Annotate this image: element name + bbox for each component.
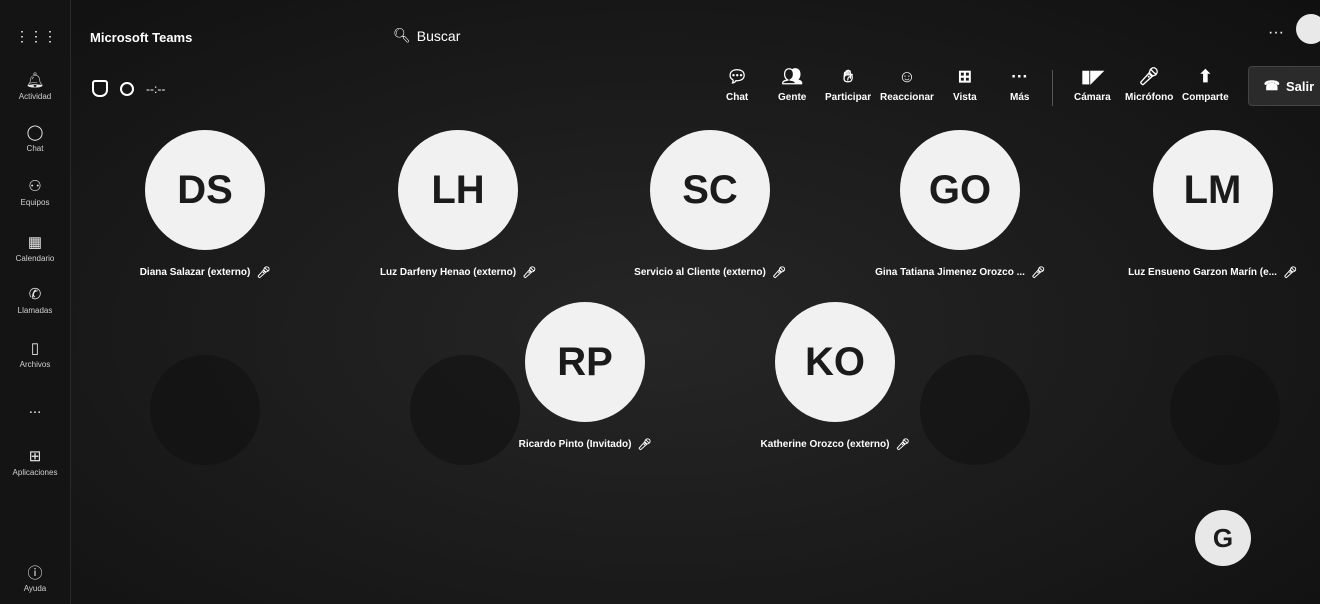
participant-tile[interactable]: LM Luz Ensueno Garzon Marín (e... 🎤︎ [1105,130,1320,279]
more-icon: ... [28,399,42,417]
raise-hand-button[interactable]: ✋︎ Participar [825,66,871,103]
participant-tile[interactable]: LH Luz Darfeny Henao (externo) 🎤︎ [358,130,558,279]
app-title: Microsoft Teams [90,30,193,45]
participant-name: Ricardo Pinto (Invitado) 🎤︎ [518,439,652,451]
mic-muted-icon: 🎤︎ [895,439,910,451]
view-button[interactable]: ⊞ Vista [953,66,977,103]
ellipsis-icon: ··· [1011,67,1029,86]
video-ghost [920,355,1030,465]
participant-name: Luz Darfeny Henao (externo) 🎤︎ [379,267,537,279]
rail-item-calendar[interactable]: ▦ Calendario [0,232,70,263]
search-label: Buscar [416,27,461,44]
calendar-icon: ▦ [27,234,43,251]
rail-item-help[interactable]: ⓘ Ayuda [0,562,70,594]
participant-avatar: LM [1152,130,1273,250]
toolbar-divider [1052,70,1053,106]
hand-icon: ✋︎ [843,67,853,86]
bell-icon: 🔔︎ [25,72,45,89]
app-rail: ⋮⋮⋮ 🔔︎ Actividad ◯ Chat ⚇ Equipos ▦ Cale… [0,0,71,604]
mic-muted-icon: 🎤︎ [637,439,652,451]
app-launcher-icon[interactable]: ⋮⋮⋮ [15,26,57,46]
participant-avatar: GO [900,130,1020,250]
mic-off-icon: 🎤︎ [1138,67,1160,86]
participant-avatar: LH [398,130,518,250]
video-ghost [1170,355,1280,465]
participant-avatar: KO [775,302,895,422]
participant-avatar: DS [145,130,265,250]
participant-name: Luz Ensueno Garzon Marín (e... 🎤︎ [1128,267,1297,279]
apps-icon: ⊞ [28,448,42,465]
share-button[interactable]: ⬆ Comparte [1182,66,1229,103]
file-icon: ▯ [30,340,40,357]
rail-item-more[interactable]: ... [0,398,70,418]
participant-name: Diana Salazar (externo) 🎤︎ [139,267,271,279]
chat-button[interactable]: 💬︎ Chat [726,66,748,103]
more-options-icon[interactable]: ··· [1268,24,1284,42]
hangup-icon: ☎ [1263,78,1280,93]
leave-button[interactable]: ☎ Salir [1248,66,1320,106]
more-button[interactable]: ··· Más [1010,66,1029,103]
participant-tile[interactable]: KO Katherine Orozco (externo) 🎤︎ [740,302,930,451]
rail-item-teams[interactable]: ⚇ Equipos [0,176,70,207]
camera-off-icon: ▮◤ [1081,67,1104,86]
rail-item-calls[interactable]: ✆ Llamadas [0,284,70,315]
smiley-icon: ☺ [898,67,916,86]
search-icon: 🔍︎ [393,27,411,43]
participant-tile[interactable]: DS Diana Salazar (externo) 🎤︎ [110,130,300,279]
mic-button[interactable]: 🎤︎ Micrófono [1125,66,1173,103]
profile-avatar[interactable] [1296,14,1320,44]
mic-muted-icon: 🎤︎ [256,267,271,279]
mic-muted-icon: 🎤︎ [1030,267,1045,279]
grid-icon: ⊞ [957,67,972,86]
participant-tile[interactable]: SC Servicio al Cliente (externo) 🎤︎ [610,130,810,279]
meeting-status: --:-- [92,80,165,97]
search-box[interactable]: 🔍︎ Buscar [393,27,460,44]
teams-icon: ⚇ [28,178,42,195]
rail-item-files[interactable]: ▯ Archivos [0,338,70,369]
phone-icon: ✆ [28,286,42,303]
rail-item-activity[interactable]: 🔔︎ Actividad [0,70,70,101]
participant-name: Servicio al Cliente (externo) 🎤︎ [634,267,786,279]
video-ghost [150,355,260,465]
recording-icon [120,81,134,96]
participant-tile[interactable]: GO Gina Tatiana Jimenez Orozco ... 🎤︎ [850,130,1070,279]
participant-tile[interactable]: RP Ricardo Pinto (Invitado) 🎤︎ [490,302,680,451]
people-icon: 👥︎ [781,67,803,86]
meeting-timer: --:-- [146,81,166,96]
camera-button[interactable]: ▮◤ Cámara [1074,66,1111,103]
rail-item-apps[interactable]: ⊞ Aplicaciones [0,446,70,477]
shield-icon [92,80,108,97]
react-button[interactable]: ☺ Reaccionar [880,66,934,103]
people-button[interactable]: 👥︎ Gente [778,66,806,103]
mic-muted-icon: 🎤︎ [522,267,537,279]
participant-name: Gina Tatiana Jimenez Orozco ... 🎤︎ [875,267,1045,279]
organization-logo: G [1195,510,1251,566]
participant-name: Katherine Orozco (externo) 🎤︎ [760,439,910,451]
mic-muted-icon: 🎤︎ [1282,267,1297,279]
participant-avatar: RP [525,302,645,422]
chat-icon: 💬︎ [726,67,748,86]
participant-avatar: SC [650,130,770,250]
share-icon: ⬆ [1198,67,1213,86]
help-icon: ⓘ [27,564,43,582]
rail-item-chat[interactable]: ◯ Chat [0,122,70,153]
mic-muted-icon: 🎤︎ [771,267,786,279]
chat-icon: ◯ [26,124,44,141]
